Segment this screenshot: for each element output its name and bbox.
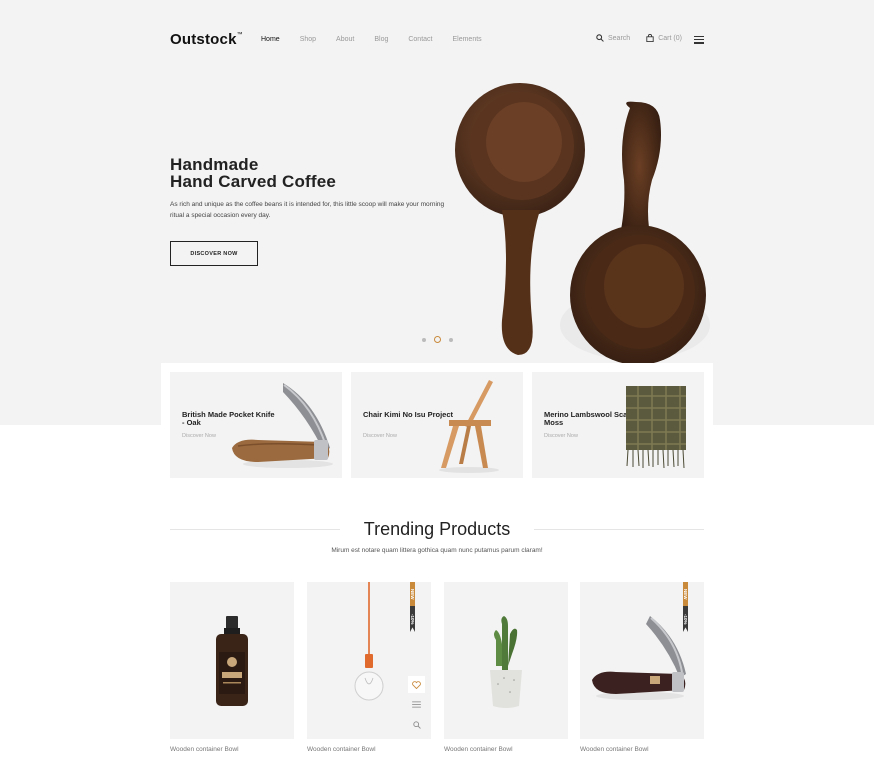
hero-title-line2: Hand Carved Coffee bbox=[170, 172, 337, 191]
quick-view-button[interactable] bbox=[408, 716, 425, 733]
main-nav: Home Shop About Blog Contact Elements bbox=[261, 36, 502, 43]
nav-about[interactable]: About bbox=[336, 36, 354, 43]
product-quick-actions bbox=[408, 676, 425, 736]
logo-trademark: ™ bbox=[236, 32, 243, 38]
category-card-chair[interactable]: Chair Kimi No Isu Project Discover Now bbox=[351, 372, 523, 478]
search-label: Search bbox=[608, 34, 631, 42]
hero-title-line1: Handmade bbox=[170, 155, 259, 174]
slider-dot-1[interactable] bbox=[422, 337, 426, 342]
product-name[interactable]: Wooden container Bowl bbox=[444, 746, 513, 753]
discover-now-button[interactable]: DISCOVER NOW bbox=[170, 241, 258, 266]
list-icon bbox=[412, 701, 421, 708]
trending-title: Trending Products bbox=[363, 519, 511, 539]
wooden-chair-icon bbox=[439, 380, 499, 473]
pocket-knife-icon bbox=[592, 616, 686, 700]
search-icon bbox=[596, 34, 604, 42]
logo[interactable]: Outstock™ bbox=[170, 31, 243, 48]
category-card-scarf[interactable]: Merino Lambswool Scarf Moss Discover Now bbox=[532, 372, 704, 478]
product-card-2[interactable]: NEW -10% bbox=[307, 582, 431, 739]
trending-subtitle: Mirum est notare quam littera gothica qu… bbox=[331, 547, 543, 554]
hero-slider-dots bbox=[422, 336, 461, 343]
search-icon bbox=[412, 720, 421, 729]
compare-button[interactable] bbox=[408, 696, 425, 713]
hero-title: Handmade Hand Carved Coffee bbox=[170, 156, 336, 190]
cart-label: Cart bbox=[658, 34, 672, 42]
new-badge: NEW bbox=[683, 582, 688, 606]
cart-bag-icon bbox=[646, 34, 654, 42]
cart-count: (0) bbox=[673, 34, 682, 42]
search-button[interactable]: Search bbox=[596, 34, 630, 42]
wooden-spoons-image bbox=[455, 83, 710, 365]
new-badge: NEW bbox=[410, 582, 415, 606]
hamburger-menu-icon[interactable] bbox=[694, 36, 704, 46]
slider-dot-2[interactable] bbox=[434, 336, 441, 343]
product-card-3[interactable] bbox=[444, 582, 568, 739]
nav-elements[interactable]: Elements bbox=[452, 36, 481, 43]
nav-blog[interactable]: Blog bbox=[374, 36, 388, 43]
product-card-4[interactable]: NEW -10% bbox=[580, 582, 704, 739]
product-card-1[interactable] bbox=[170, 582, 294, 739]
wishlist-button[interactable] bbox=[408, 676, 425, 693]
cactus-pot-icon bbox=[490, 616, 522, 708]
pocket-knife-icon bbox=[232, 383, 333, 468]
category-discover-link[interactable]: Discover Now bbox=[544, 433, 578, 439]
heart-icon bbox=[412, 680, 421, 689]
product-badges: NEW -10% bbox=[410, 582, 424, 632]
hero-description: As rich and unique as the coffee beans i… bbox=[170, 201, 445, 219]
cart-button[interactable]: Cart (0) bbox=[646, 34, 682, 42]
nav-contact[interactable]: Contact bbox=[408, 36, 432, 43]
nav-shop[interactable]: Shop bbox=[300, 36, 316, 43]
nav-home[interactable]: Home bbox=[261, 36, 280, 43]
product-name[interactable]: Wooden container Bowl bbox=[170, 746, 239, 753]
pendant-lamp-icon bbox=[354, 582, 384, 701]
category-discover-link[interactable]: Discover Now bbox=[182, 433, 216, 439]
category-discover-link[interactable]: Discover Now bbox=[363, 433, 397, 439]
logo-text: Outstock bbox=[170, 31, 237, 48]
slider-dot-3[interactable] bbox=[449, 337, 453, 342]
product-name[interactable]: Wooden container Bowl bbox=[307, 746, 376, 753]
serum-bottle-icon bbox=[216, 616, 248, 706]
product-name[interactable]: Wooden container Bowl bbox=[580, 746, 649, 753]
header-actions: Search Cart (0) bbox=[596, 34, 698, 42]
category-card-knife[interactable]: British Made Pocket Knife - Oak Discover… bbox=[170, 372, 342, 478]
wool-scarf-icon bbox=[626, 386, 686, 469]
discount-badge: -10% bbox=[410, 606, 415, 632]
